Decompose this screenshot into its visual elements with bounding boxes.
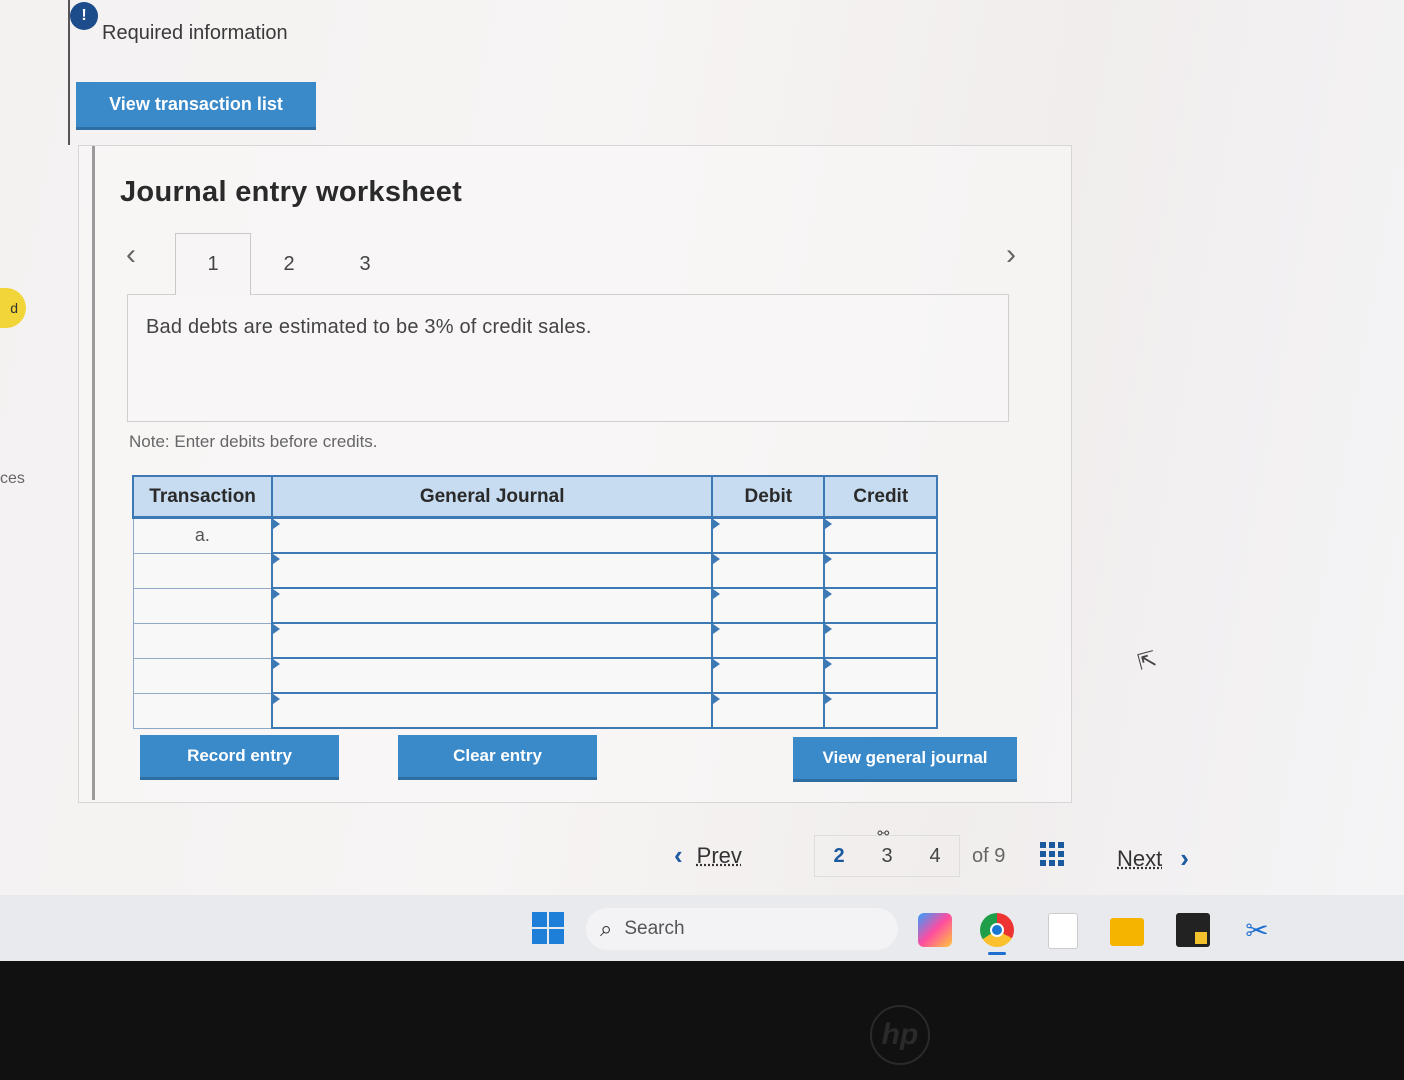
worksheet-title: Journal entry worksheet [120,176,463,208]
prev-label: Prev [696,842,742,868]
page-selector: 2 ⚯ 3 4 [814,825,960,877]
left-edge-badge-text: d [10,300,18,316]
debit-input[interactable] [711,692,826,729]
next-page-link[interactable]: Next › [1117,843,1189,874]
grid-menu-icon[interactable] [1040,842,1064,866]
transaction-cell [132,657,273,694]
credit-input[interactable] [823,587,938,624]
tab-3[interactable]: 3 [327,233,403,295]
page-total: of 9 [972,845,1006,867]
journal-entry-table: Transaction General Journal Debit Credit… [131,475,938,729]
record-entry-button[interactable]: Record entry [140,735,339,780]
table-row: a. [132,516,938,554]
account-select[interactable] [271,622,714,659]
hp-logo: hp [870,1005,930,1065]
laptop-bezel [0,961,1404,1080]
account-select[interactable] [271,552,714,589]
sticky-notes-icon[interactable] [1176,913,1210,947]
page-3-label: 3 [881,844,893,867]
account-select[interactable] [271,657,714,694]
credit-input[interactable] [823,516,938,554]
column-header-credit: Credit [823,475,938,519]
transaction-cell [132,587,273,624]
chevron-left-icon: ‹ [674,840,683,870]
next-label: Next [1117,845,1163,871]
tab-2[interactable]: 2 [251,233,327,295]
transaction-cell [132,692,273,729]
table-row [132,552,938,589]
table-row [132,622,938,659]
column-header-debit: Debit [711,475,826,519]
tab-label: 2 [283,252,295,275]
snipping-tool-icon[interactable]: ✂ [1240,913,1274,947]
table-row [132,692,938,729]
chevron-left-icon[interactable]: ‹ [126,240,136,270]
chrome-app-icon[interactable] [980,913,1014,947]
taskbar-search[interactable]: ⌕ Search [586,908,898,950]
transaction-cell: a. [132,517,273,554]
page-3[interactable]: ⚯ 3 [877,825,893,868]
transaction-cell [132,622,273,659]
entry-note: Note: Enter debits before credits. [129,432,378,451]
tab-label: 1 [207,253,219,275]
debit-input[interactable] [711,622,826,659]
credit-input[interactable] [823,622,938,659]
credit-input[interactable] [823,692,938,729]
page-2[interactable]: 2 [833,845,844,868]
debit-input[interactable] [711,552,826,589]
account-select[interactable] [271,692,714,729]
tab-1[interactable]: 1 [175,233,251,295]
left-rule [68,0,70,145]
credit-input[interactable] [823,657,938,694]
tab-label: 3 [359,252,371,275]
chevron-right-icon[interactable]: › [1006,240,1016,270]
clear-entry-button[interactable]: Clear entry [398,735,597,780]
transaction-description-box [127,294,1009,422]
table-header-row: Transaction General Journal Debit Credit [131,475,938,519]
windows-start-icon[interactable] [532,912,564,944]
column-header-transaction: Transaction [131,475,274,519]
search-icon: ⌕ [600,916,613,941]
notepad-app-icon[interactable] [1048,913,1078,949]
prev-page-link[interactable]: ‹ Prev [674,840,742,871]
view-general-journal-button[interactable]: View general journal [793,737,1017,782]
debit-input[interactable] [711,516,826,554]
left-edge-text: ces [0,470,25,487]
search-placeholder: Search [624,918,685,939]
page-4[interactable]: 4 [929,845,940,868]
view-transaction-list-button[interactable]: View transaction list [76,82,316,130]
chevron-right-icon: › [1180,843,1189,873]
account-select[interactable] [271,587,714,624]
required-information-label: Required information [102,22,288,44]
link-icon: ⚯ [877,824,890,841]
debit-input[interactable] [711,587,826,624]
info-alert-icon: ! [70,2,98,30]
table-row [132,657,938,694]
file-explorer-icon[interactable] [1110,918,1144,946]
debit-input[interactable] [711,657,826,694]
column-header-general-journal: General Journal [271,475,714,519]
transaction-description: Bad debts are estimated to be 3% of cred… [146,316,592,338]
table-row [132,587,938,624]
copilot-app-icon[interactable] [918,913,952,947]
active-app-indicator [988,952,1006,955]
transaction-cell [132,552,273,589]
credit-input[interactable] [823,552,938,589]
account-select[interactable] [271,516,714,554]
